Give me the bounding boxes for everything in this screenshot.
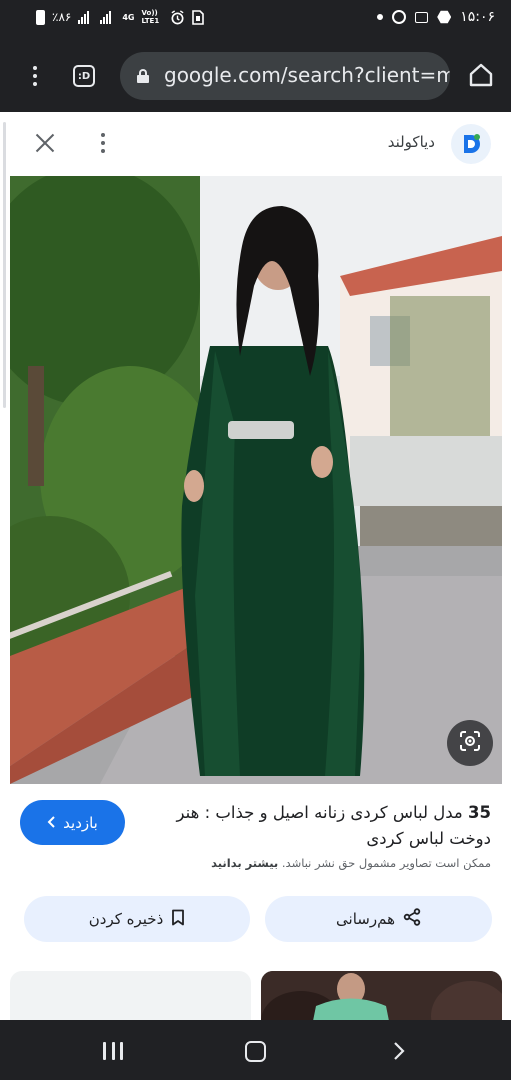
nav-back-icon[interactable] [390, 1042, 408, 1060]
learn-more-link[interactable]: بیشتر بدانید [211, 856, 278, 870]
network-volte: Vo)) LTE1 [141, 9, 160, 25]
scroll-indicator [3, 122, 6, 408]
result-title-number: 35 [468, 803, 491, 822]
status-bar: ٪۸۶ 4G Vo)) LTE1 ۱۵:۰۶ [0, 0, 511, 40]
share-icon [403, 908, 421, 930]
status-right: ۱۵:۰۶ [377, 9, 495, 25]
result-title-text: مدل لباس کردی زنانه اصیل و جذاب : هنر دو… [176, 803, 491, 848]
visit-label: بازدید [63, 813, 98, 832]
browser-menu-icon[interactable] [33, 66, 37, 86]
system-nav-bar [0, 1020, 511, 1080]
lock-icon [137, 69, 149, 83]
battery-icon [36, 9, 45, 25]
app-hex-icon [437, 10, 452, 24]
url-text: google.com/search?client=m [164, 63, 450, 87]
address-bar[interactable]: google.com/search?client=m [120, 52, 450, 100]
status-left: ٪۸۶ 4G Vo)) LTE1 [36, 9, 205, 25]
more-vert-icon[interactable] [101, 133, 105, 153]
signal-icon-2 [100, 10, 115, 24]
notification-dot-icon [377, 14, 384, 20]
site-name[interactable]: دیاکولند [388, 133, 435, 151]
copyright-notice: ممکن است تصاویر مشمول حق نشر نباشد. بیشت… [21, 856, 491, 870]
google-lens-icon [458, 729, 482, 757]
signal-icon [78, 10, 93, 24]
home-icon[interactable] [468, 62, 494, 88]
sim-alert-icon [192, 9, 205, 25]
close-icon[interactable] [34, 132, 56, 154]
bookmark-icon [171, 909, 185, 930]
network-4g: 4G [122, 12, 135, 22]
tab-switcher-button[interactable]: :D [73, 65, 95, 87]
share-label: هم‌رسانی [336, 910, 395, 928]
copyright-text: ممکن است تصاویر مشمول حق نشر نباشد. [281, 856, 491, 870]
image-icon [415, 11, 429, 23]
save-button[interactable]: ذخیره کردن [24, 896, 250, 942]
nav-home-icon[interactable] [245, 1041, 266, 1062]
save-label: ذخیره کردن [88, 910, 164, 928]
google-lens-button[interactable] [447, 720, 493, 766]
battery-percent: ٪۸۶ [52, 10, 72, 24]
visit-button[interactable]: بازدید [20, 800, 125, 845]
image-viewer-header: دیاکولند [0, 112, 511, 176]
result-title[interactable]: 35 مدل لباس کردی زنانه اصیل و جذاب : هنر… [151, 800, 491, 852]
share-button[interactable]: هم‌رسانی [265, 896, 492, 942]
recents-icon[interactable] [103, 1042, 123, 1060]
chevron-left-icon [47, 814, 57, 832]
alarm-icon [170, 9, 185, 25]
site-logo-icon[interactable] [451, 124, 491, 164]
clock: ۱۵:۰۶ [460, 9, 495, 25]
browser-toolbar: :D google.com/search?client=m [0, 40, 511, 112]
result-image[interactable] [10, 176, 502, 784]
chrome-icon [392, 10, 407, 24]
